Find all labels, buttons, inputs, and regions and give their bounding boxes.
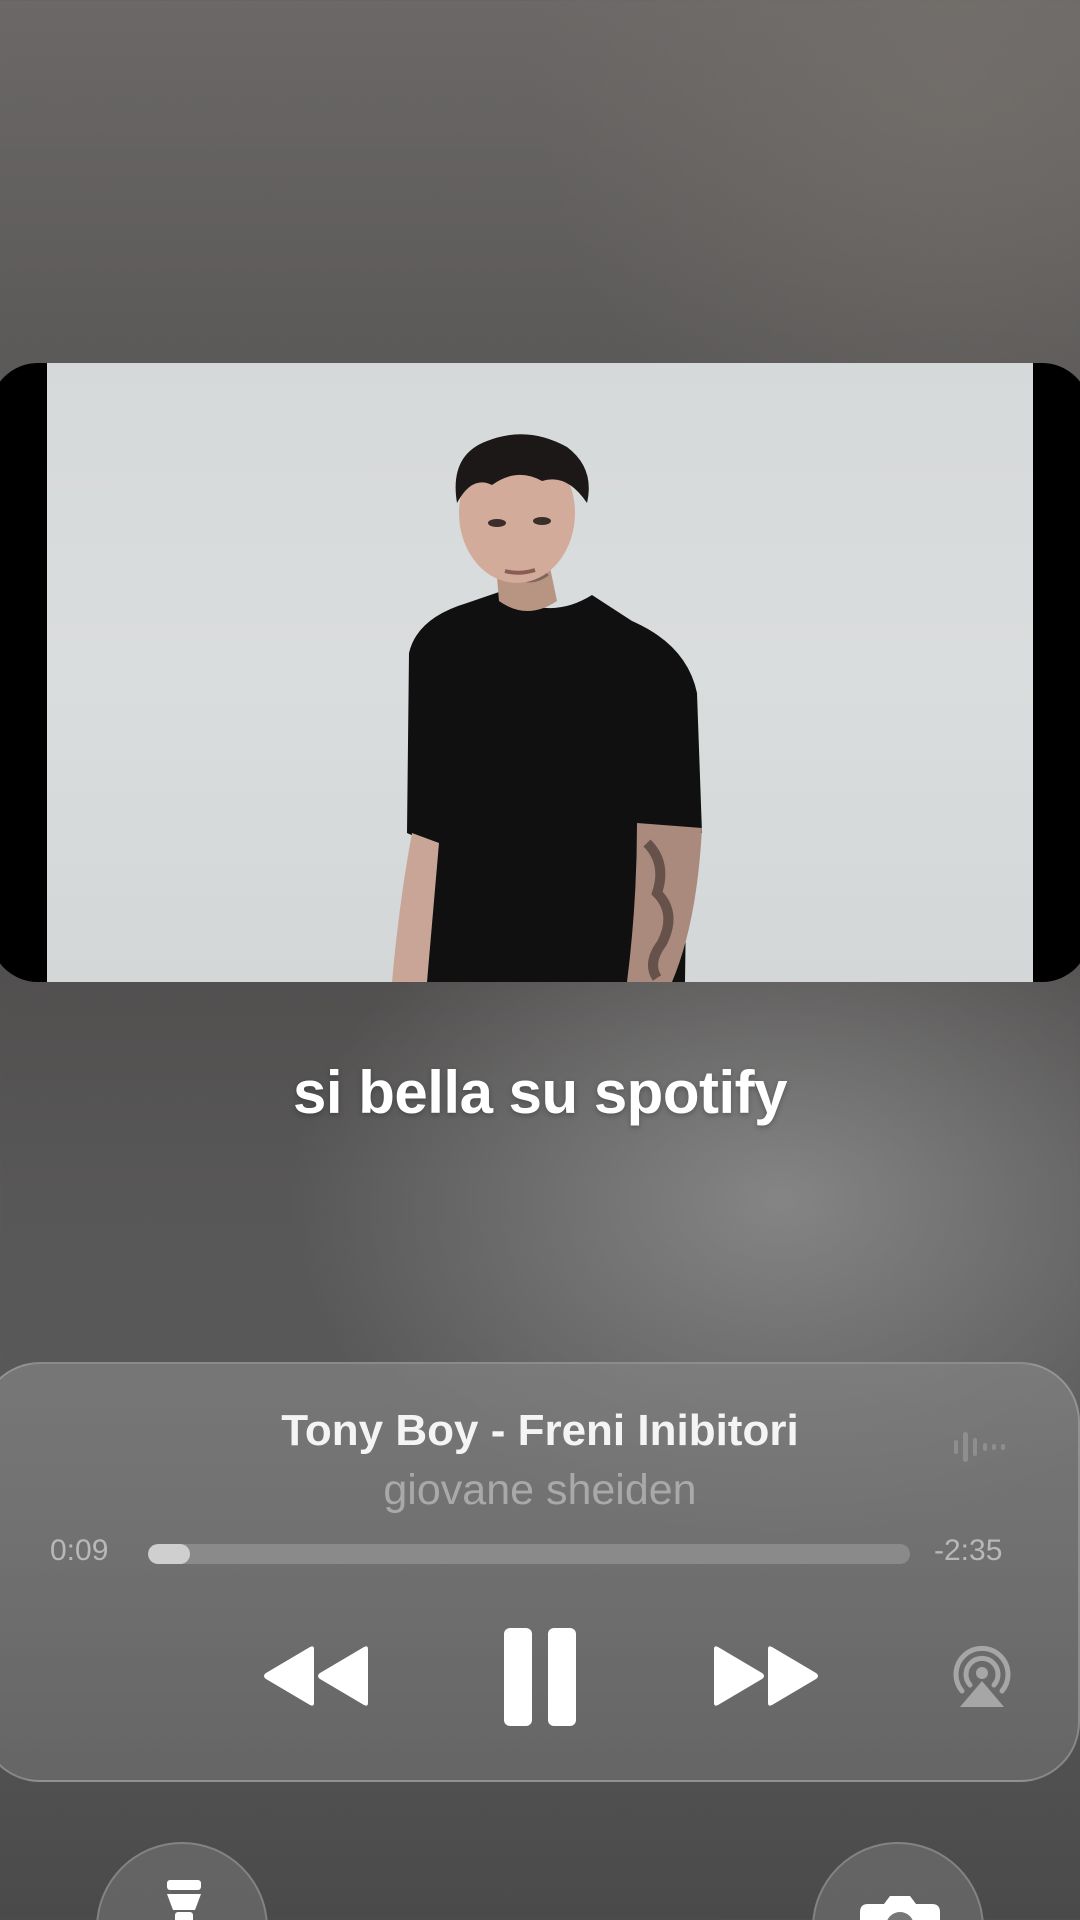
- track-artist: giovane sheiden: [383, 1466, 697, 1514]
- camera-icon: [860, 1896, 940, 1920]
- fast-forward-icon: [714, 1646, 818, 1706]
- flashlight-button[interactable]: [96, 1842, 268, 1920]
- airplay-button[interactable]: [948, 1645, 1016, 1709]
- rewind-icon: [264, 1646, 368, 1706]
- waveform-icon: [952, 1426, 1016, 1468]
- video-card[interactable]: [0, 363, 1080, 982]
- progress-fill: [148, 1544, 190, 1564]
- airplay-audio-icon: [953, 1645, 1011, 1707]
- pause-icon: [504, 1628, 576, 1726]
- progress-bar[interactable]: [148, 1544, 910, 1564]
- camera-button[interactable]: [812, 1842, 984, 1920]
- flashlight-icon: [167, 1880, 201, 1920]
- video-caption: si bella su spotify: [293, 1059, 787, 1126]
- fast-forward-button[interactable]: [710, 1645, 820, 1707]
- rewind-button[interactable]: [262, 1645, 372, 1707]
- track-title: Tony Boy - Freni Inibitori: [281, 1406, 799, 1455]
- pause-button[interactable]: [500, 1626, 580, 1728]
- time-elapsed: 0:09: [50, 1534, 109, 1567]
- artist-photo: [47, 363, 1033, 982]
- time-remaining: -2:35: [934, 1534, 1003, 1567]
